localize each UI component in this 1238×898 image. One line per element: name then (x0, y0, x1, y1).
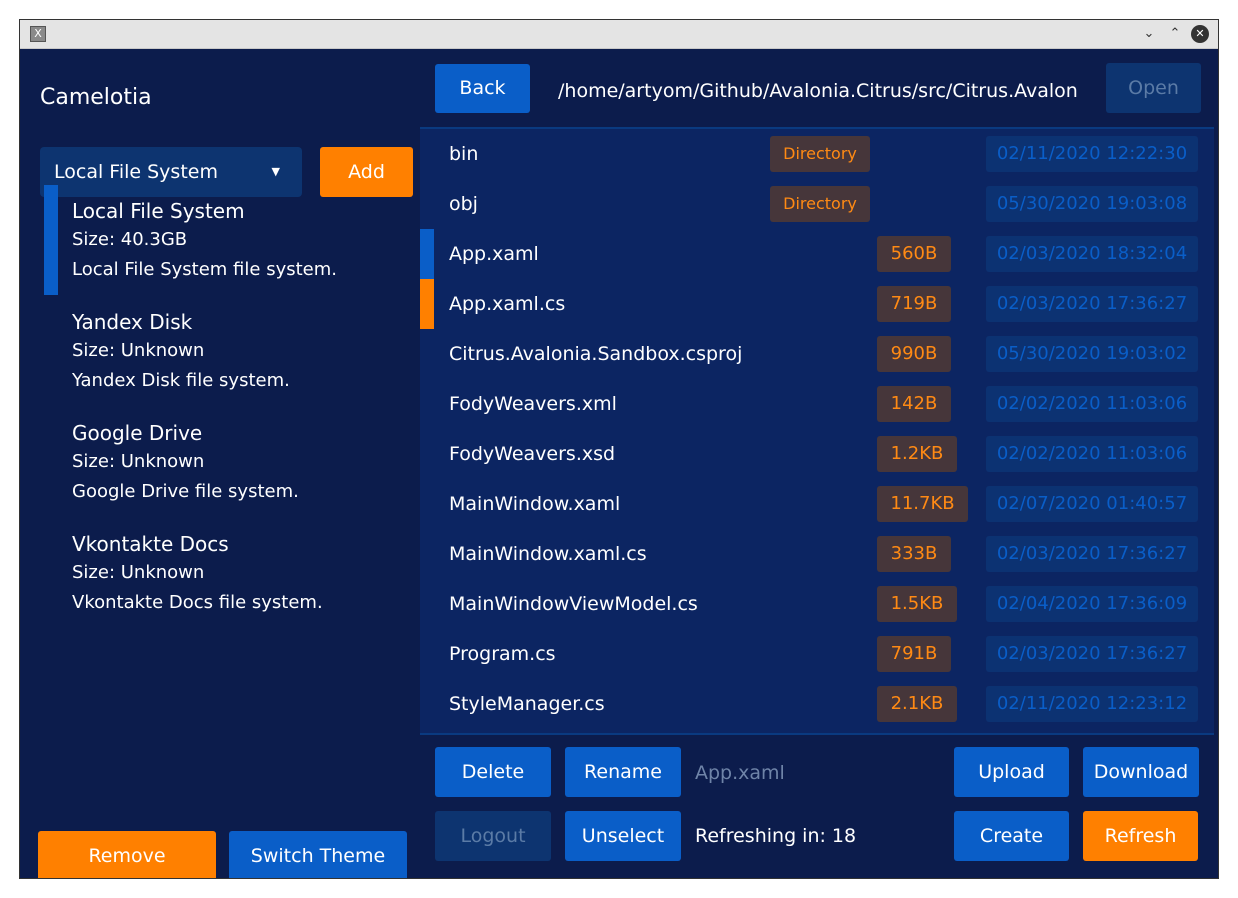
close-button[interactable]: ✕ (1191, 25, 1209, 43)
selected-file-input[interactable]: App.xaml (695, 758, 785, 788)
file-size-badge: 719B (877, 286, 951, 322)
selection-indicator (44, 185, 58, 295)
file-name: MainWindow.xaml (449, 493, 621, 515)
modified-date: 02/03/2020 17:36:27 (986, 286, 1198, 322)
open-button[interactable]: Open (1106, 63, 1201, 113)
provider-size: Size: Unknown (72, 340, 205, 361)
minimize-button[interactable]: ⌄ (1140, 25, 1158, 43)
file-name: FodyWeavers.xml (449, 393, 617, 415)
modified-date: 02/03/2020 18:32:04 (986, 236, 1198, 272)
app-icon: X (30, 26, 46, 42)
maximize-button[interactable]: ⌃ (1166, 25, 1184, 43)
file-name: Program.cs (449, 643, 556, 665)
file-name: obj (449, 193, 478, 215)
directory-badge: Directory (770, 136, 870, 172)
refresh-countdown: Refreshing in: 18 (695, 825, 857, 847)
file-row[interactable]: MainWindow.xaml.cs 333B 02/03/2020 17:36:2… (420, 529, 1214, 579)
unselect-button[interactable]: Unselect (565, 811, 681, 861)
modified-date: 02/03/2020 17:36:27 (986, 536, 1198, 572)
download-button[interactable]: Download (1083, 747, 1199, 797)
file-size-badge: 990B (877, 336, 951, 372)
row-marker (420, 279, 434, 329)
modified-date: 02/07/2020 01:40:57 (986, 486, 1198, 522)
provider-name: Vkontakte Docs (72, 532, 229, 556)
delete-button[interactable]: Delete (435, 747, 551, 797)
modified-date: 02/02/2020 11:03:06 (986, 436, 1198, 472)
modified-date: 02/11/2020 12:23:12 (986, 686, 1198, 722)
file-name: App.xaml (449, 243, 539, 265)
provider-name: Local File System (72, 199, 245, 223)
upload-button[interactable]: Upload (954, 747, 1069, 797)
switch-theme-button[interactable]: Switch Theme (229, 831, 407, 878)
file-name: StyleManager.cs (449, 693, 605, 715)
provider-description: Vkontakte Docs file system. (72, 592, 323, 613)
directory-badge: Directory (770, 186, 870, 222)
logout-button[interactable]: Logout (435, 811, 551, 861)
file-size-badge: 142B (877, 386, 951, 422)
file-size-badge: 11.7KB (877, 486, 968, 522)
row-marker (420, 229, 434, 279)
file-name: MainWindowViewModel.cs (449, 593, 698, 615)
file-row[interactable]: MainWindow.xaml 11.7KB 02/07/2020 01:40:57 (420, 479, 1214, 529)
path-field[interactable]: /home/artyom/Github/Avalonia.Citrus/src/… (558, 76, 1078, 106)
modified-date: 05/30/2020 19:03:02 (986, 336, 1198, 372)
remove-button[interactable]: Remove (38, 831, 216, 878)
provider-description: Local File System file system. (72, 259, 337, 280)
app-title: Camelotia (40, 85, 152, 110)
file-row[interactable]: MainWindowViewModel.cs 1.5KB 02/04/2020 17… (420, 579, 1214, 629)
file-row[interactable]: FodyWeavers.xml 142B 02/02/2020 11:03:06 (420, 379, 1214, 429)
file-size-badge: 1.5KB (877, 586, 957, 622)
provider-name: Yandex Disk (72, 310, 193, 334)
file-name: bin (449, 143, 479, 165)
select-value: Local File System (54, 161, 218, 183)
file-name: MainWindow.xaml.cs (449, 543, 647, 565)
file-list: bin Directory 02/11/2020 12:22:30 obj Direct… (420, 127, 1214, 735)
file-size-badge: 560B (877, 236, 951, 272)
file-size-badge: 1.2KB (877, 436, 957, 472)
file-row[interactable]: Program.cs 791B 02/03/2020 17:36:27 (420, 629, 1214, 679)
file-row[interactable]: Citrus.Avalonia.Sandbox.csproj 990B 05/30/… (420, 329, 1214, 379)
file-row[interactable]: App.xaml 560B 02/03/2020 18:32:04 (420, 229, 1214, 279)
rename-button[interactable]: Rename (565, 747, 681, 797)
file-name: FodyWeavers.xsd (449, 443, 616, 465)
file-name: Citrus.Avalonia.Sandbox.csproj (449, 343, 743, 365)
provider-item[interactable]: Yandex Disk Size: Unknown Yandex Disk file… (40, 296, 410, 406)
modified-date: 02/04/2020 17:36:09 (986, 586, 1198, 622)
create-button[interactable]: Create (954, 811, 1069, 861)
modified-date: 02/03/2020 17:36:27 (986, 636, 1198, 672)
back-button[interactable]: Back (435, 64, 530, 113)
provider-description: Yandex Disk file system. (72, 370, 290, 391)
app-window: X ⌄ ⌃ ✕ Camelotia Local File System ▼ Ad… (20, 20, 1218, 878)
file-row[interactable]: obj Directory 05/30/2020 19:03:08 (420, 179, 1214, 229)
file-row[interactable]: App.xaml.cs 719B 02/03/2020 17:36:27 (420, 279, 1214, 329)
provider-item[interactable]: Google Drive Size: Unknown Google Drive fi… (40, 407, 410, 517)
refresh-button[interactable]: Refresh (1083, 811, 1198, 861)
modified-date: 02/02/2020 11:03:06 (986, 386, 1198, 422)
modified-date: 05/30/2020 19:03:08 (986, 186, 1198, 222)
modified-date: 02/11/2020 12:22:30 (986, 136, 1198, 172)
file-size-badge: 2.1KB (877, 686, 957, 722)
file-row[interactable]: FodyWeavers.xsd 1.2KB 02/02/2020 11:03:06 (420, 429, 1214, 479)
file-size-badge: 791B (877, 636, 951, 672)
provider-item[interactable]: Vkontakte Docs Size: Unknown Vkontakte Doc… (40, 518, 410, 628)
file-row[interactable]: StyleManager.cs 2.1KB 02/11/2020 12:23:12 (420, 679, 1214, 729)
file-row[interactable]: bin Directory 02/11/2020 12:22:30 (420, 129, 1214, 179)
provider-name: Google Drive (72, 421, 203, 445)
file-name: App.xaml.cs (449, 293, 566, 315)
provider-description: Google Drive file system. (72, 481, 299, 502)
title-bar: X ⌄ ⌃ ✕ (20, 20, 1218, 49)
provider-size: Size: Unknown (72, 562, 205, 583)
file-size-badge: 333B (877, 536, 951, 572)
provider-size: Size: Unknown (72, 451, 205, 472)
sidebar: Camelotia Local File System ▼ Add Local … (20, 49, 420, 878)
provider-size: Size: 40.3GB (72, 229, 188, 250)
provider-item[interactable]: Local File System Size: 40.3GB Local File … (40, 185, 410, 295)
